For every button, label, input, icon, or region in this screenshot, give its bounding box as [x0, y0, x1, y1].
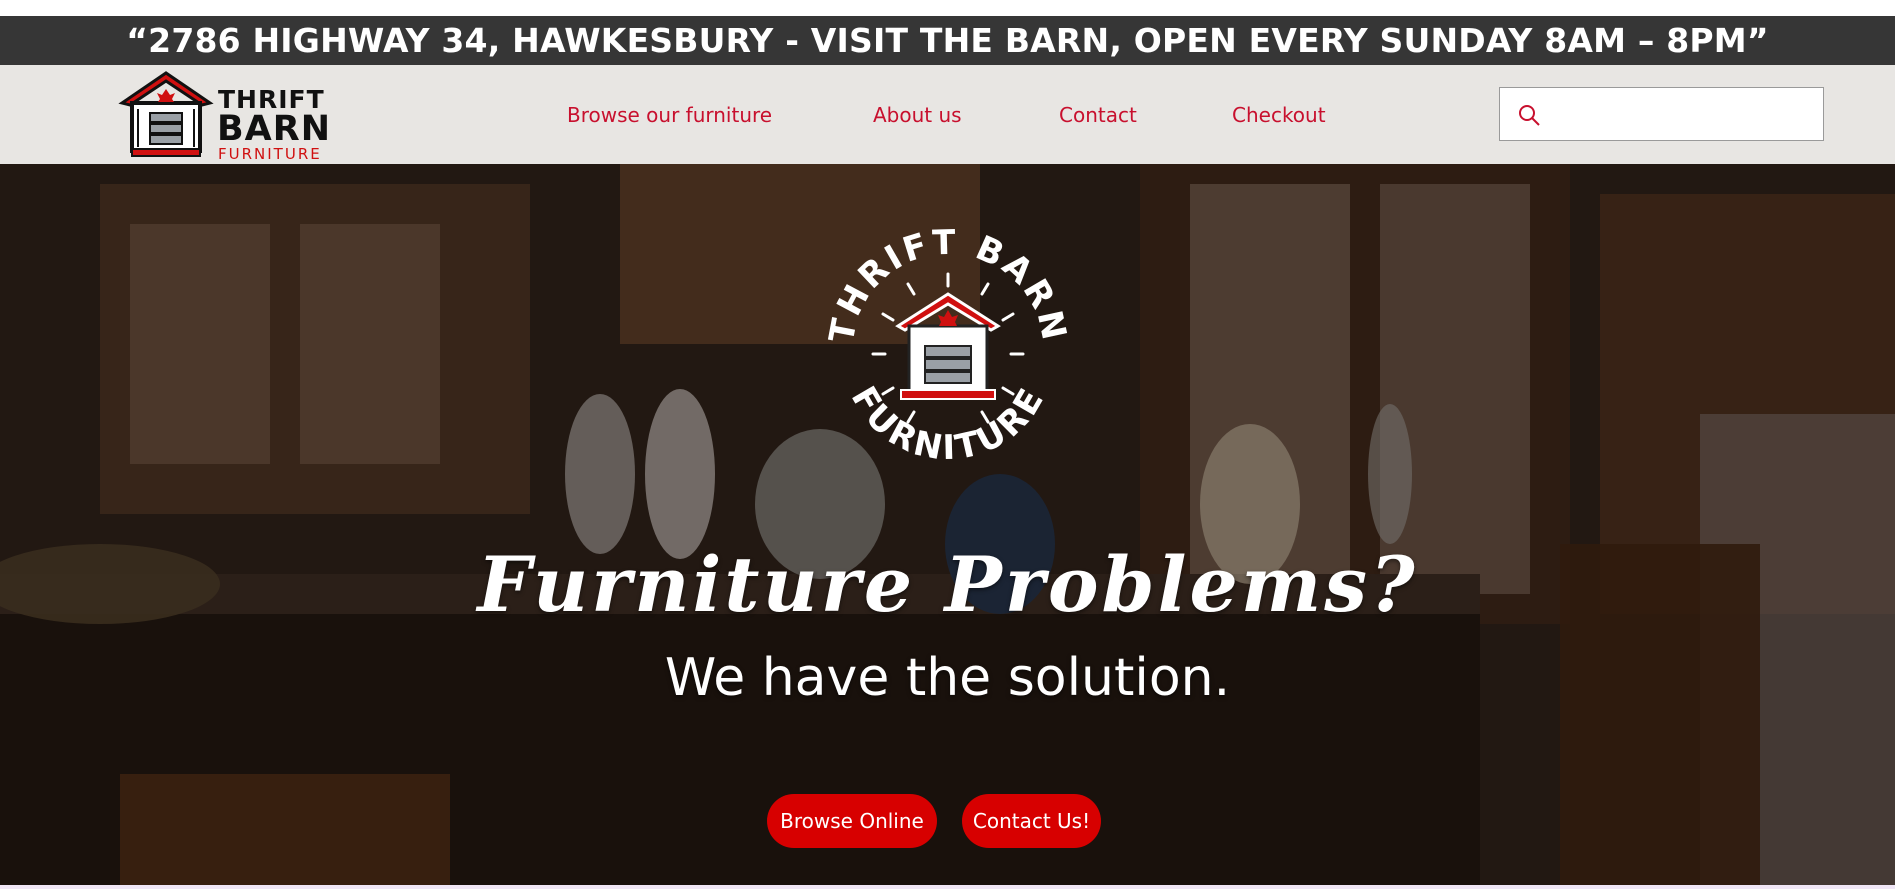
search-box[interactable] — [1499, 87, 1824, 141]
search-input[interactable] — [1552, 96, 1812, 132]
site-header: THRIFT BARN FURNITURE Browse our furnitu… — [0, 65, 1895, 164]
nav-checkout[interactable]: Checkout — [1232, 103, 1326, 127]
barn-logo-icon — [118, 71, 214, 157]
browse-online-button[interactable]: Browse Online — [767, 794, 937, 848]
contact-us-button[interactable]: Contact Us! — [962, 794, 1101, 848]
nav-browse-furniture[interactable]: Browse our furniture — [567, 103, 772, 127]
logo-text-furniture: FURNITURE — [218, 145, 322, 163]
bottom-divider — [0, 885, 1895, 889]
announcement-bar: “2786 HIGHWAY 34, HAWKESBURY - VISIT THE… — [0, 16, 1895, 65]
hero-emblem-logo: THRIFT BARN FURNITURE — [822, 223, 1072, 469]
announcement-text: “2786 HIGHWAY 34, HAWKESBURY - VISIT THE… — [126, 21, 1769, 60]
nav-contact[interactable]: Contact — [1059, 103, 1137, 127]
logo-text-barn: BARN — [217, 109, 332, 149]
hero-subtitle: We have the solution. — [664, 648, 1231, 708]
nav-about-us[interactable]: About us — [873, 103, 962, 127]
top-strip — [0, 0, 1895, 16]
hero-section: THRIFT BARN FURNITURE Furniture Problems… — [0, 164, 1895, 885]
search-icon[interactable] — [1517, 103, 1541, 127]
hero-title: Furniture Problems? — [477, 540, 1418, 629]
site-logo[interactable]: THRIFT BARN FURNITURE — [116, 69, 360, 163]
